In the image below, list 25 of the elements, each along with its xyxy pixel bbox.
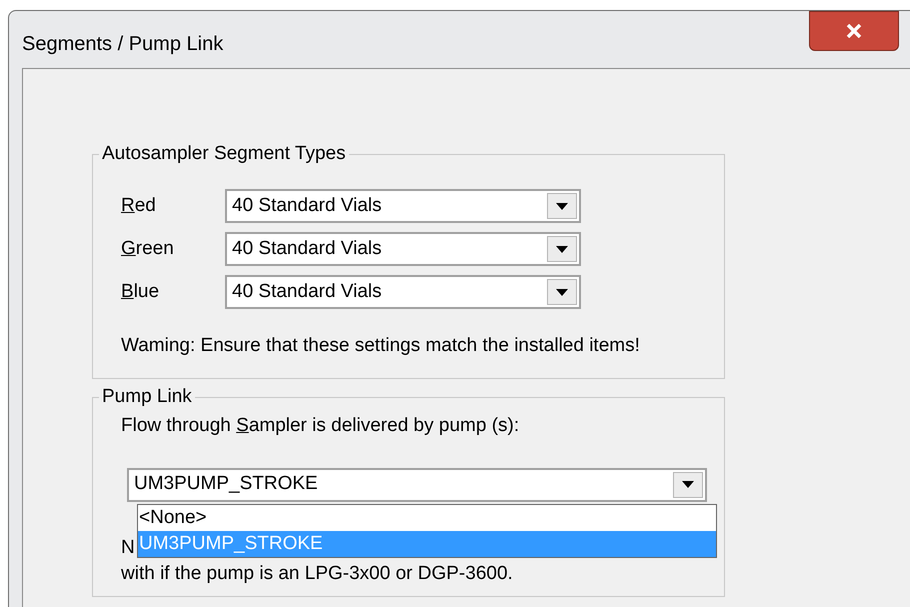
caret-icon — [556, 202, 568, 210]
caret-icon — [556, 246, 568, 252]
note-text: N — [121, 536, 135, 560]
group-legend: Autosampler Segment Types — [99, 143, 349, 165]
caret-icon — [556, 288, 568, 296]
segment-label: Green — [121, 236, 175, 261]
segment-label: Blue — [121, 280, 160, 304]
warning-text: Waming: Ensure that these settings match the installed items! — [121, 334, 641, 358]
close-icon — [846, 24, 862, 38]
segment-type-dropdown[interactable]: 40 Standard Vials — [225, 232, 581, 266]
dropdown-arrow-button[interactable] — [673, 472, 703, 498]
note-text: with if the pump is an LPG-3x00 or DGP-3600. — [121, 562, 514, 586]
close-button[interactable] — [809, 11, 899, 51]
group-legend: Pump Link — [99, 386, 195, 408]
segment-type-dropdown[interactable]: 40 Standard Vials — [225, 189, 581, 223]
dropdown-arrow-button[interactable] — [547, 279, 577, 305]
pump-dropdown[interactable]: UM3PUMP_STROKE — [127, 468, 707, 502]
window-title: Segments / Pump Link — [22, 32, 224, 57]
segment-type-dropdown[interactable]: 40 Standard Vials — [225, 275, 581, 309]
dropdown-arrow-button[interactable] — [547, 193, 577, 219]
dropdown-option[interactable]: <None> — [138, 504, 716, 530]
segment-label: Red — [121, 194, 157, 218]
dropdown-arrow-button[interactable] — [547, 236, 577, 262]
caret-icon — [682, 481, 694, 488]
pump-prompt: Flow through Sampler is delivered by pump (s): — [121, 414, 520, 438]
